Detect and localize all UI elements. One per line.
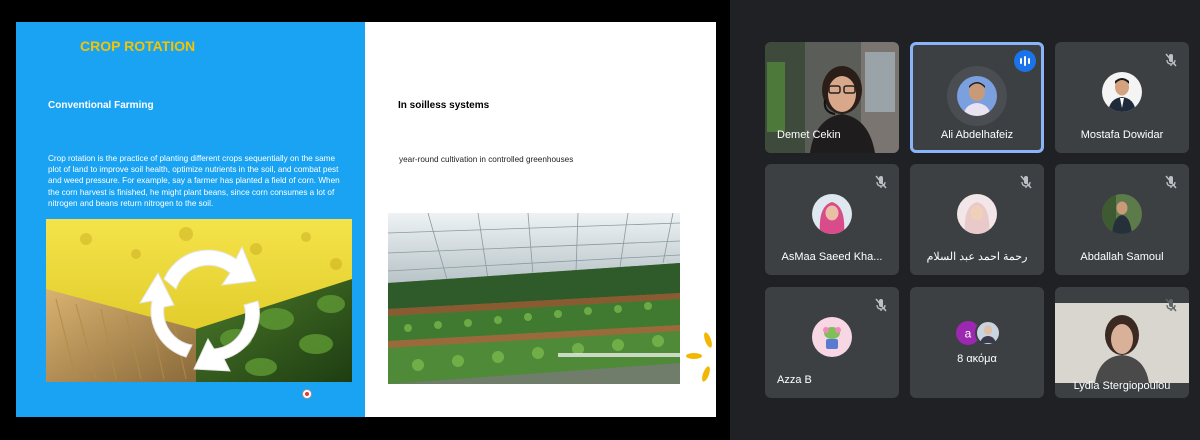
participant-name: Mostafa Dowidar bbox=[1080, 129, 1164, 141]
participant-name: Demet Cekin bbox=[777, 129, 841, 141]
slide-left-panel: CROP ROTATION Conventional Farming Crop … bbox=[16, 22, 365, 417]
more-participants-avatars: a bbox=[956, 320, 1000, 346]
conventional-body: Crop rotation is the practice of plantin… bbox=[48, 154, 340, 208]
slide-right-panel: In soilless systems year-round cultivati… bbox=[365, 22, 716, 417]
participant-tile-mostafa[interactable]: Mostafa Dowidar bbox=[1055, 42, 1189, 153]
mic-off-icon bbox=[1165, 53, 1177, 67]
participant-tile-lydia[interactable]: Lydia Stergiopoulou bbox=[1055, 287, 1189, 398]
participant-name: Abdallah Samoul bbox=[1080, 251, 1164, 263]
soilless-body: year-round cultivation in controlled gre… bbox=[399, 155, 574, 164]
participant-tile-more[interactable]: a 8 ακόμα bbox=[910, 287, 1044, 398]
presentation-bottom-bar bbox=[0, 417, 730, 440]
mic-off-icon bbox=[1165, 175, 1177, 189]
participant-name: Azza B bbox=[777, 374, 812, 386]
participant-tile-abdallah[interactable]: Abdallah Samoul bbox=[1055, 164, 1189, 275]
avatar bbox=[812, 317, 852, 357]
mic-off-icon bbox=[875, 298, 887, 312]
participant-tile-azza[interactable]: Azza B bbox=[765, 287, 899, 398]
decorative-sun-icon bbox=[686, 332, 712, 382]
initial-letter: a bbox=[965, 327, 972, 341]
slide-title: CROP ROTATION bbox=[80, 38, 196, 54]
mic-off-icon bbox=[1165, 298, 1177, 312]
participant-name: رحمة احمد عبد السلام bbox=[926, 251, 1028, 263]
audio-bars-icon bbox=[1014, 50, 1036, 72]
participant-tile-demet[interactable]: Demet Cekin bbox=[765, 42, 899, 153]
conventional-heading: Conventional Farming bbox=[48, 100, 154, 111]
participant-name: AsMaa Saeed Kha... bbox=[781, 251, 883, 263]
participant-tile-asmaa[interactable]: AsMaa Saeed Kha... bbox=[765, 164, 899, 275]
presentation-area[interactable]: CROP ROTATION Conventional Farming Crop … bbox=[0, 0, 730, 440]
participant-tile-ali[interactable]: Ali Abdelhafeiz bbox=[910, 42, 1044, 153]
crop-rotation-image bbox=[46, 219, 352, 382]
shared-slide: CROP ROTATION Conventional Farming Crop … bbox=[16, 22, 716, 417]
avatar bbox=[812, 194, 852, 234]
greenhouse-image bbox=[388, 213, 680, 384]
mic-off-icon bbox=[875, 175, 887, 189]
participant-name: Ali Abdelhafeiz bbox=[940, 129, 1014, 141]
pointer-cursor bbox=[303, 390, 311, 398]
avatar bbox=[1102, 72, 1142, 112]
more-participants-label: 8 ακόμα bbox=[957, 353, 997, 365]
soilless-heading: In soilless systems bbox=[398, 100, 490, 111]
avatar bbox=[957, 194, 997, 234]
participant-name: Lydia Stergiopoulou bbox=[1073, 380, 1171, 392]
participant-tile-rahma[interactable]: رحمة احمد عبد السلام bbox=[910, 164, 1044, 275]
mic-off-icon bbox=[1020, 175, 1032, 189]
avatar bbox=[957, 76, 997, 116]
meeting-window: CROP ROTATION Conventional Farming Crop … bbox=[0, 0, 1200, 440]
avatar bbox=[1102, 194, 1142, 234]
